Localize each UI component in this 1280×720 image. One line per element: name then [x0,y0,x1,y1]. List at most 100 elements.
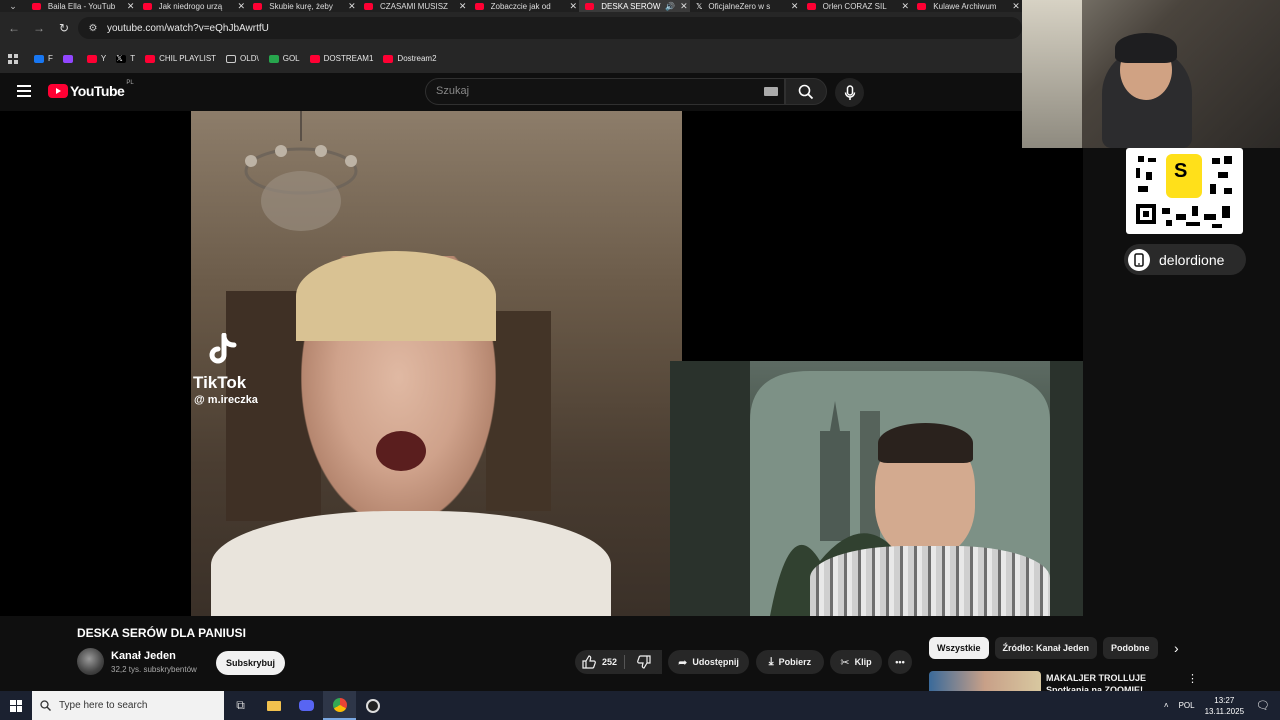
bookmark-item[interactable]: Y [86,54,107,63]
youtube-icon [474,2,484,10]
taskbar-search[interactable]: Type here to search [32,691,224,720]
bookmark-item[interactable]: OLD\ [226,54,259,63]
browser-tab-label: CZASAMI MUSISZ [379,1,448,11]
bookmark-item[interactable]: DOSTREAM1 [309,54,373,63]
close-tab-icon[interactable]: ✕ [235,1,247,12]
browser-tab[interactable]: Jak niedrogo urzą ✕ [137,0,248,12]
download-button[interactable]: ⤓ Pobierz [756,650,824,674]
browser-tab[interactable]: DESKA SERÓW 🔊 ✕ [579,0,690,12]
subscribe-button[interactable]: Subskrybuj [216,651,285,675]
site-info-icon[interactable]: ⚙ [82,23,104,34]
bookmark-item[interactable] [62,54,77,63]
search-button[interactable] [785,78,827,105]
video-frame[interactable]: TikTok @ m.ireczka [191,111,682,616]
search-input[interactable] [436,85,736,97]
voice-search-button[interactable] [835,78,864,107]
notifications-icon[interactable]: 🗨 [1256,699,1270,712]
facebook-icon [34,54,44,63]
address-url[interactable]: youtube.com/watch?v=eQhJbAwrtfU [107,23,269,34]
video-title: DESKA SERÓW DLA PANIUSI [77,626,246,640]
bookmark-label: Y [100,54,107,63]
browser-tab[interactable]: Zobaczcie jak od ✕ [469,0,580,12]
close-tab-icon[interactable]: ✕ [678,1,690,12]
browser-tab[interactable]: Orlen CORAZ SIL ✕ [801,0,912,12]
download-icon: ⤓ [768,655,774,668]
recommended-video-thumbnail[interactable] [929,671,1041,691]
clip-button[interactable]: ✂ Klip [830,650,882,674]
tiktok-handle: @ m.ireczka [194,394,258,406]
person-sweater [211,511,611,616]
x-icon: 𝕏 [695,1,703,11]
start-button[interactable] [0,691,32,720]
youtube-icon [145,54,156,63]
recommendation-chips: Wszystkie Źródło: Kanał Jeden Podobne [929,637,1164,659]
apps-grid-icon[interactable] [8,53,18,64]
browser-tab-label: Skubie kurę, żeby [269,1,333,11]
channel-name[interactable]: Kanał Jeden [111,650,176,662]
filter-chip[interactable]: Podobne [1103,637,1158,659]
recommended-video-title[interactable]: MAKALJER TROLLUJE Spotkania na ZOOMIE! [1046,672,1176,691]
tab-search-chevron-icon[interactable]: ⌄ [0,0,26,12]
close-tab-icon[interactable]: ✕ [125,1,137,12]
more-actions-button[interactable]: ••• [888,650,912,674]
obs-icon[interactable] [356,691,389,720]
close-tab-icon[interactable]: ✕ [789,1,801,12]
dislike-button[interactable] [625,650,662,674]
bookmark-label: CHIL PLAYLIST [159,54,217,63]
youtube-icon [86,54,97,63]
browser-tab[interactable]: Baila Ella - YouTub ✕ [26,0,137,12]
share-button[interactable]: ➦ Udostępnij [668,650,749,674]
bookmark-item[interactable]: F [34,54,53,63]
clock[interactable]: 13:27 13.11.2025 [1205,695,1244,717]
search-icon [40,700,51,711]
close-tab-icon[interactable]: ✕ [567,1,579,12]
reactor-facecam [670,361,1083,616]
browser-tab-label: Orlen CORAZ SIL [822,1,887,11]
gol-icon [268,54,279,63]
address-bar[interactable]: ⚙ youtube.com/watch?v=eQhJbAwrtfU [78,17,1022,39]
close-tab-icon[interactable]: ✕ [1010,1,1022,12]
browser-tab-label: Zobaczcie jak od [490,1,551,11]
bookmark-item[interactable]: GOL [268,54,300,63]
clock-date: 13.11.2025 [1204,706,1245,716]
close-tab-icon[interactable]: ✕ [346,1,358,12]
channel-avatar[interactable] [77,648,104,675]
browser-tab[interactable]: Kulawe Archiwum ✕ [911,0,1022,12]
task-view-icon[interactable]: ⧉ [224,691,257,720]
youtube-wordmark: YouTube [70,83,125,99]
chrome-icon[interactable] [323,691,356,720]
back-arrow-icon[interactable]: ← [3,17,25,39]
youtube-icon [142,2,152,10]
bookmark-item[interactable]: 𝕏T [116,54,135,63]
bookmark-item[interactable]: Dostream2 [383,54,437,63]
file-explorer-icon[interactable] [257,691,290,720]
browser-tab[interactable]: 𝕏 OficjalneZero w s ✕ [690,0,801,12]
windows-taskbar: Type here to search ⧉ ˄ POL 13:27 13.11.… [0,691,1280,720]
close-tab-icon[interactable]: ✕ [457,1,469,12]
youtube-logo[interactable]: YouTube PL [48,80,134,99]
browser-tab[interactable]: Skubie kurę, żeby ✕ [247,0,358,12]
forward-arrow-icon[interactable]: → [28,17,50,39]
close-tab-icon[interactable]: ✕ [899,1,911,12]
input-language[interactable]: POL [1179,701,1195,710]
browser-tab-label: Kulawe Archiwum [933,1,997,11]
speaker-icon[interactable]: 🔊 [665,2,675,11]
discord-icon[interactable] [290,691,323,720]
more-vertical-icon[interactable]: ⋮ [1187,672,1198,685]
folder-icon [226,54,237,63]
streamer-handle-badge: delordione [1124,244,1246,275]
system-tray: ˄ POL 13:27 13.11.2025 🗨 [1164,691,1280,720]
share-label: Udostępnij [692,657,739,667]
chevron-right-icon[interactable]: › [1174,640,1179,656]
bookmark-label: Dostream2 [397,54,437,63]
chevron-up-icon[interactable]: ˄ [1164,701,1169,710]
filter-chip[interactable]: Wszystkie [929,637,989,659]
reload-icon[interactable]: ↻ [53,17,75,39]
browser-tab[interactable]: CZASAMI MUSISZ ✕ [358,0,469,12]
clip-label: Klip [854,657,872,667]
filter-chip[interactable]: Źródło: Kanał Jeden [994,637,1098,659]
browser-tab-label: Baila Ella - YouTub [47,1,116,11]
menu-icon[interactable] [17,85,31,97]
bookmark-item[interactable]: CHIL PLAYLIST [145,54,216,63]
keyboard-icon[interactable] [764,87,778,96]
